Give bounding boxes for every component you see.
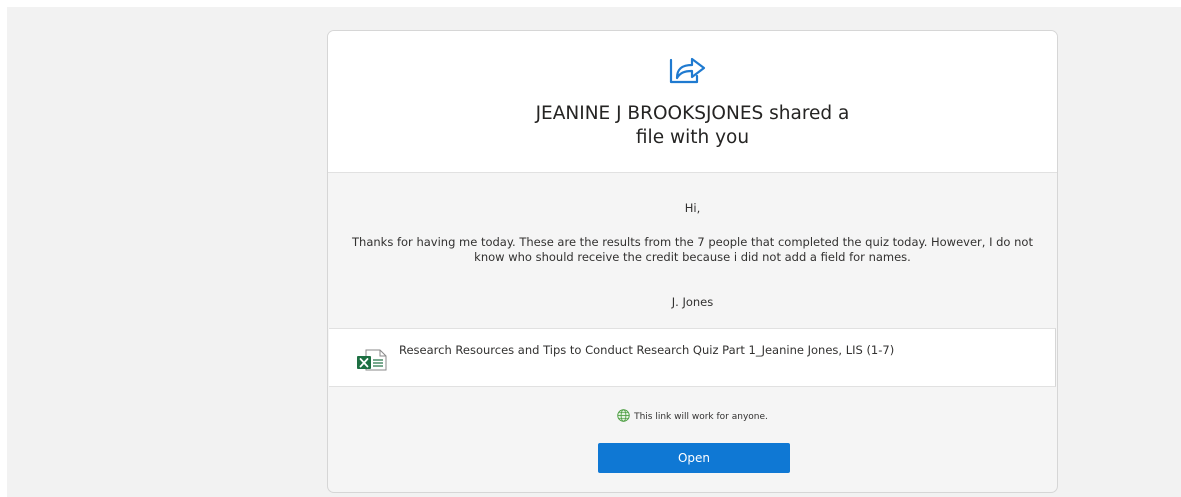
globe-icon bbox=[617, 409, 630, 422]
message-greeting: Hi, bbox=[684, 201, 701, 215]
page-title: JEANINE J BROOKSJONES shared a file with… bbox=[328, 102, 1057, 150]
excel-file-icon bbox=[357, 349, 387, 371]
link-access-text: This link will work for anyone. bbox=[634, 412, 768, 422]
message-signature: J. Jones bbox=[671, 295, 714, 309]
open-button[interactable]: Open bbox=[598, 443, 790, 473]
share-card: JEANINE J BROOKSJONES shared a file with… bbox=[327, 30, 1058, 493]
share-arrow-icon bbox=[669, 57, 706, 84]
attachment-name[interactable]: Research Resources and Tips to Conduct R… bbox=[399, 343, 1044, 358]
link-access-note: This link will work for anyone. bbox=[328, 409, 1057, 424]
card-header: JEANINE J BROOKSJONES shared a file with… bbox=[328, 31, 1057, 173]
message-text: Thanks for having me today. These are th… bbox=[352, 235, 1033, 264]
attachment-link[interactable]: Research Resources and Tips to Conduct R… bbox=[329, 328, 1056, 387]
title-line-1: JEANINE J BROOKSJONES shared a bbox=[535, 103, 850, 124]
title-line-2: file with you bbox=[635, 127, 750, 148]
